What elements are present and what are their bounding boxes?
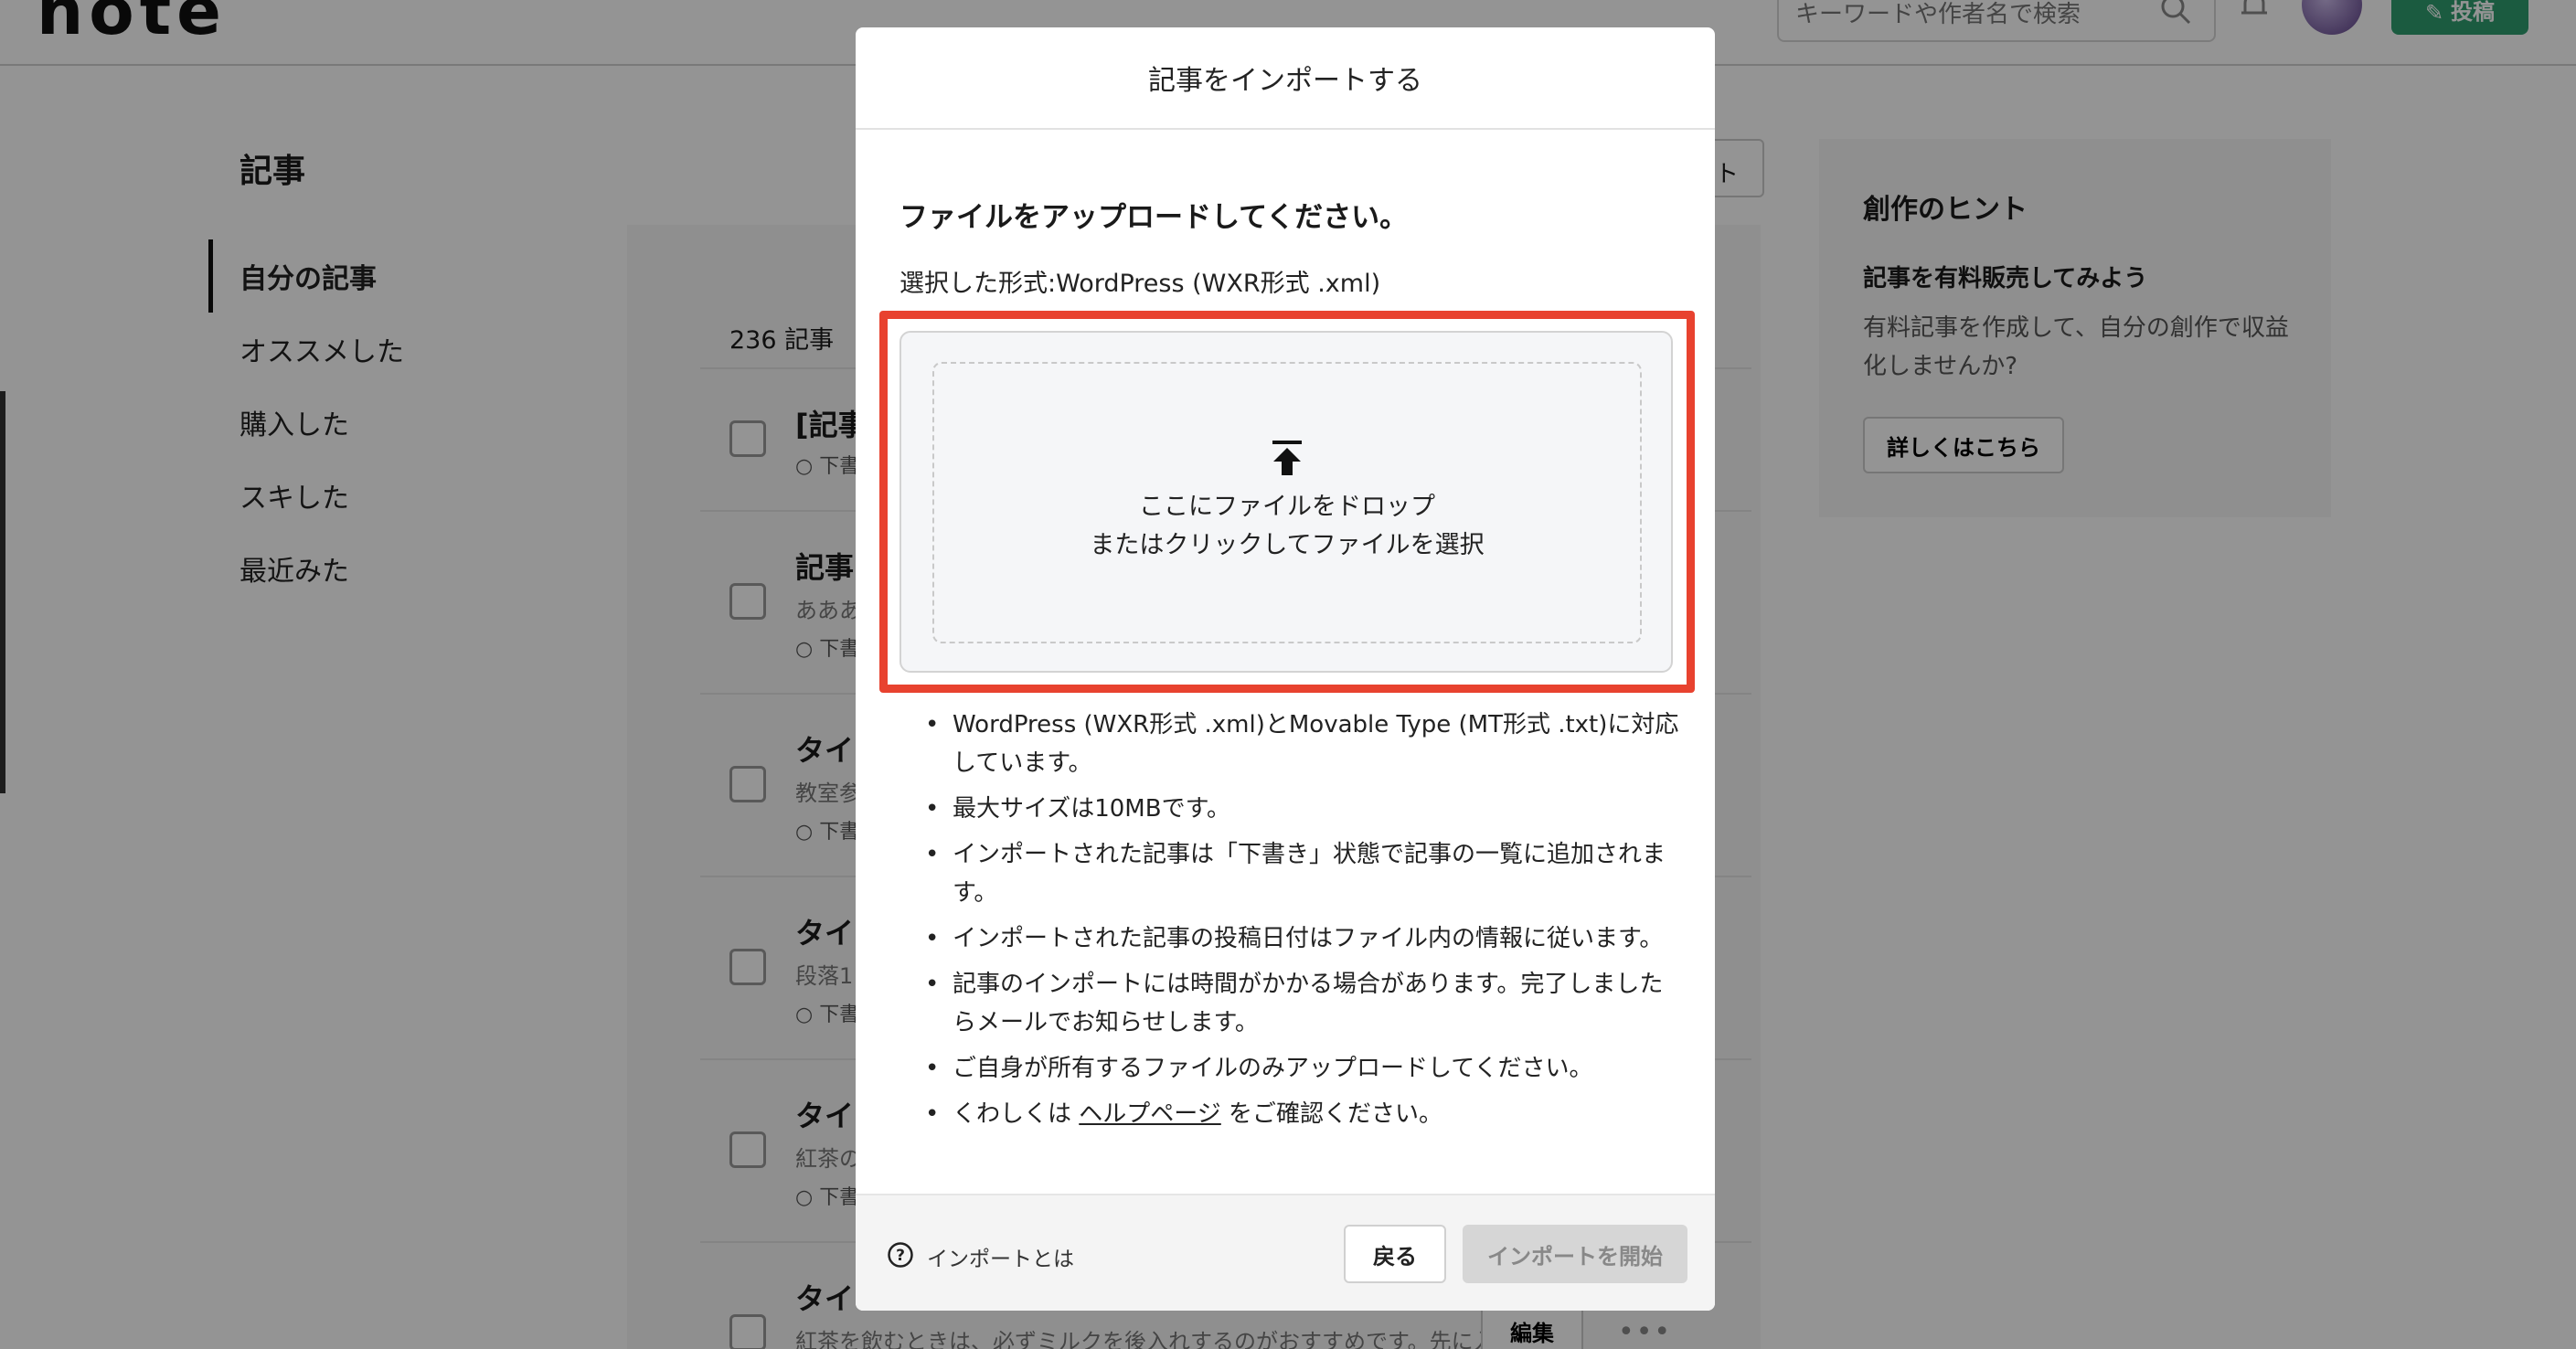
note-item: インポートされた記事は「下書き」状態で記事の一覧に追加されます。 — [925, 835, 1684, 912]
question-icon[interactable]: ? — [887, 1241, 914, 1269]
modal-header: 記事をインポートする — [856, 27, 1715, 130]
modal-title: 記事をインポートする — [1148, 65, 1422, 97]
selected-format: 選択した形式:WordPress (WXR形式 .xml) — [899, 270, 1381, 298]
help-note-prefix: くわしくは — [953, 1100, 1072, 1128]
import-modal: 記事をインポートする ファイルをアップロードしてください。 選択した形式:Wor… — [856, 27, 1715, 1311]
help-note-suffix: をご確認ください。 — [1229, 1100, 1443, 1128]
import-notes: WordPress (WXR形式 .xml)とMovable Type (MT形… — [925, 706, 1684, 1141]
help-page-link[interactable]: ヘルプページ — [1079, 1100, 1220, 1128]
note-item: 記事のインポートには時間がかかる場合があります。完了しましたらメールでお知らせし… — [925, 965, 1684, 1042]
note-item: WordPress (WXR形式 .xml)とMovable Type (MT形… — [925, 706, 1684, 782]
svg-text:?: ? — [896, 1247, 905, 1265]
note-item: インポートされた記事の投稿日付はファイル内の情報に従います。 — [925, 919, 1684, 958]
start-import-button[interactable]: インポートを開始 — [1463, 1225, 1687, 1283]
highlight-box — [879, 311, 1695, 693]
note-item: ご自身が所有するファイルのみアップロードしてください。 — [925, 1049, 1684, 1088]
note-item-help: くわしくは ヘルプページ をご確認ください。 — [925, 1095, 1684, 1133]
what-is-import-link[interactable]: インポートとは — [927, 1241, 1074, 1272]
back-button[interactable]: 戻る — [1344, 1225, 1446, 1283]
upload-instruction: ファイルをアップロードしてください。 — [899, 201, 1409, 234]
modal-footer: ? インポートとは 戻る インポートを開始 — [856, 1194, 1715, 1311]
note-item: 最大サイズは10MBです。 — [925, 790, 1684, 828]
